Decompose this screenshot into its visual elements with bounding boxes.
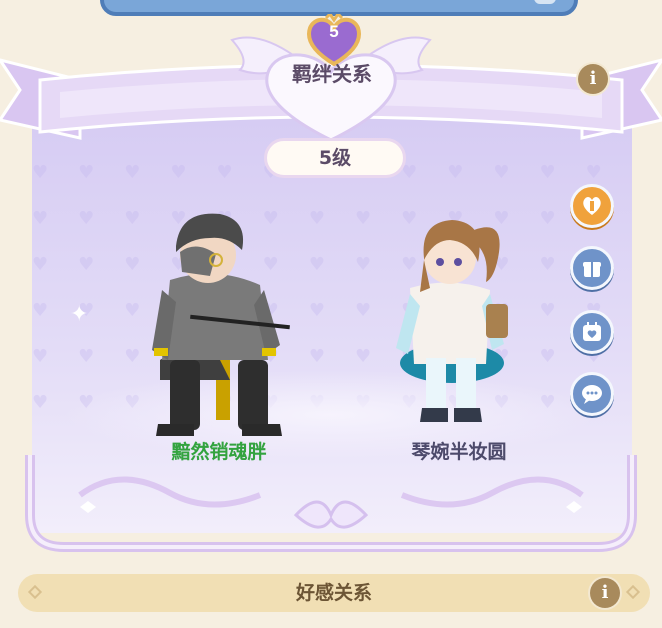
heart-gift-button[interactable] [570,184,614,228]
bond-info-button[interactable]: i [578,64,608,94]
character-left-avatar [152,213,290,436]
affection-info-button[interactable]: i [590,578,620,608]
calendar-heart-icon [583,322,601,341]
bond-level-number: 5 [329,22,339,41]
top-bar-knob [534,0,556,4]
character-right-avatar [396,220,508,422]
calendar-button[interactable] [570,310,614,354]
gift-box-icon [583,262,601,277]
chat-bubble-icon [582,385,602,404]
page-title: 羁绊关系 [292,62,372,86]
info-icon: i [601,582,609,603]
affection-relation-bar[interactable]: 好感关系 i [18,574,650,612]
chat-button[interactable] [570,372,614,416]
heart-gift-icon [583,197,601,215]
affection-relation-label: 好感关系 [295,582,372,604]
bond-level-label: 5级 [264,138,406,178]
sparkle-decoration: ✦ [70,302,89,327]
ornamental-frame-bottom [25,455,637,552]
gift-button[interactable] [570,246,614,290]
info-icon: i [589,68,597,89]
